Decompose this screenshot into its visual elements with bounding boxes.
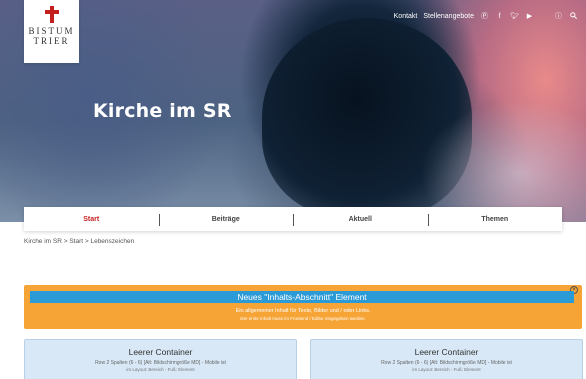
nav-themen[interactable]: Themen: [427, 213, 563, 226]
accessibility-icon[interactable]: ⓘ: [554, 11, 563, 21]
new-section-hint: Der erste Inhalt muss im Frontend / Edit…: [240, 316, 366, 321]
top-utility-bar: Kontakt Stellenangebote Ⓟ f 🐦︎ ▶ ⓘ: [394, 11, 578, 21]
container-meta: im Layout: Bereich - Fuß: Element: [126, 367, 195, 372]
container-subtitle: Row 2 Spalten (6 - 6) [Alt: Bildschirmgr…: [95, 360, 226, 366]
container-subtitle: Row 2 Spalten (6 - 6) [Alt: Bildschirmgr…: [381, 360, 512, 366]
kontakt-link[interactable]: Kontakt: [394, 13, 418, 20]
hero-banner: Kirche im SR: [0, 0, 586, 222]
logo-text-trier: TRIER: [33, 36, 70, 46]
facebook-icon[interactable]: f: [495, 13, 504, 20]
bistum-trier-logo[interactable]: BISTUM TRIER: [24, 0, 79, 63]
hero-image-light: [420, 100, 586, 222]
twitter-icon[interactable]: 🐦︎: [510, 12, 519, 20]
nav-start[interactable]: Start: [24, 216, 159, 223]
main-navigation: Start Beiträge Aktuell Themen: [24, 207, 562, 231]
youtube-icon[interactable]: ▶: [525, 12, 534, 20]
new-section-description: Ein allgemeiner Inhalt für Texte, Bilder…: [235, 308, 371, 314]
nav-beitraege[interactable]: Beiträge: [158, 213, 294, 226]
hero-title: Kirche im SR: [93, 100, 232, 122]
logo-text-bistum: BISTUM: [28, 26, 75, 36]
container-title: Leerer Container: [128, 347, 193, 357]
stellenangebote-link[interactable]: Stellenangebote: [423, 13, 474, 20]
pinterest-icon[interactable]: Ⓟ: [480, 11, 489, 21]
nav-aktuell[interactable]: Aktuell: [293, 213, 428, 226]
container-meta: im Layout: Bereich - Fuß: Element: [412, 367, 481, 372]
search-icon[interactable]: [569, 11, 578, 21]
container-title: Leerer Container: [414, 347, 479, 357]
new-section-title: Neues "Inhalts-Abschnitt" Element: [30, 291, 574, 303]
empty-container-right[interactable]: Leerer Container Row 2 Spalten (6 - 6) […: [310, 339, 583, 379]
empty-container-left[interactable]: Leerer Container Row 2 Spalten (6 - 6) […: [24, 339, 297, 379]
new-content-section-element[interactable]: × Neues "Inhalts-Abschnitt" Element Ein …: [24, 285, 582, 329]
cross-icon: [44, 6, 59, 23]
breadcrumb[interactable]: Kirche im SR > Start > Lebenszeichen: [24, 238, 134, 245]
